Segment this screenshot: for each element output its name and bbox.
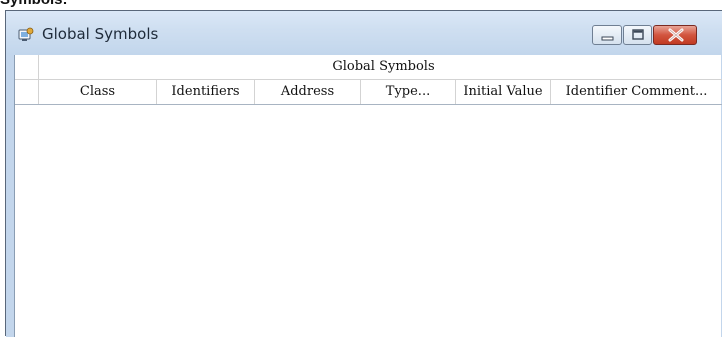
close-icon bbox=[668, 28, 684, 42]
column-header-initial-value[interactable]: Initial Value bbox=[456, 80, 551, 104]
table-column-headers: Class Identifiers Address Type... Initia… bbox=[15, 80, 722, 105]
maximize-icon bbox=[632, 29, 644, 40]
column-header-type[interactable]: Type... bbox=[361, 80, 456, 104]
window-left-border bbox=[6, 55, 14, 337]
column-header-class[interactable]: Class bbox=[39, 80, 157, 104]
maximize-button[interactable] bbox=[623, 25, 652, 45]
close-button[interactable] bbox=[653, 25, 697, 45]
group-header-label: Global Symbols bbox=[332, 59, 435, 74]
page-caption: Symbols: bbox=[0, 0, 68, 10]
global-symbols-app-icon[interactable] bbox=[18, 27, 34, 43]
minimize-icon bbox=[601, 36, 614, 41]
column-header-identifier-comment[interactable]: Identifier Comment... bbox=[551, 80, 722, 104]
title-bar[interactable]: Global Symbols bbox=[6, 11, 722, 55]
column-header-identifiers[interactable]: Identifiers bbox=[157, 80, 255, 104]
window-title: Global Symbols bbox=[42, 25, 159, 43]
column-header-address[interactable]: Address bbox=[255, 80, 361, 104]
minimize-button[interactable] bbox=[592, 25, 622, 45]
global-symbols-window: Global Symbols Global Symbols Class Iden… bbox=[5, 10, 722, 337]
symbols-table[interactable]: Global Symbols Class Identifiers Address… bbox=[14, 55, 722, 337]
table-group-header: Global Symbols bbox=[15, 55, 722, 80]
